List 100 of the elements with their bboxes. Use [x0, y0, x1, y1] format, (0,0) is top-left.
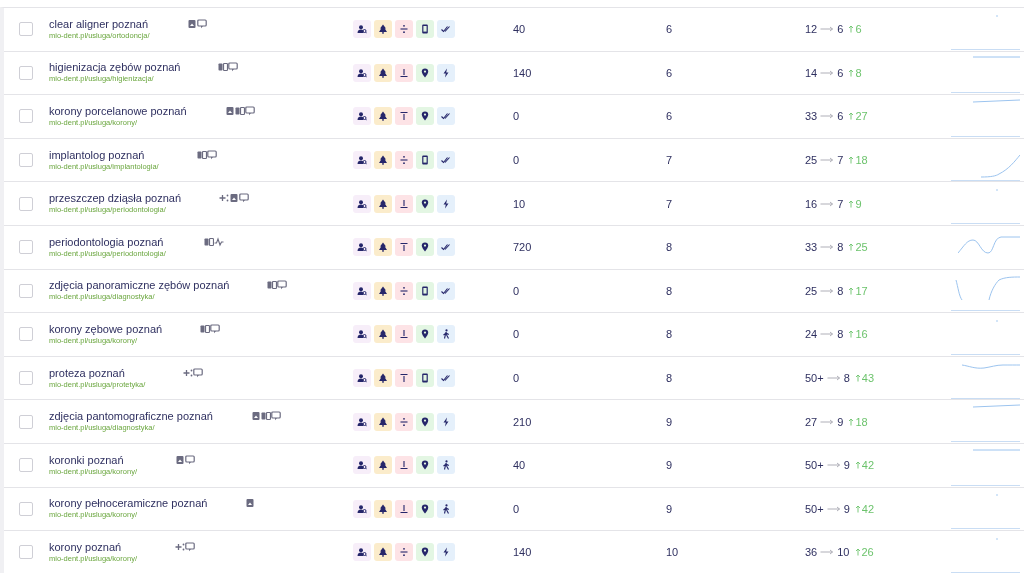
position: 9 — [666, 502, 674, 515]
up-arrow-icon — [854, 461, 861, 470]
tree-icon — [374, 63, 392, 82]
up-arrow-icon — [854, 504, 861, 513]
previous-position: 25 — [805, 154, 818, 167]
up-arrow-icon — [848, 199, 855, 208]
keyword-link[interactable]: koronki poznań — [49, 453, 137, 467]
divide-icon — [395, 412, 413, 431]
row-checkbox[interactable] — [19, 153, 33, 168]
previous-position: 16 — [805, 197, 818, 210]
search-volume: 10 — [513, 197, 527, 210]
align-top-icon — [395, 369, 413, 388]
right-arrow-icon — [820, 418, 835, 425]
divide-icon — [395, 151, 413, 170]
row-checkbox[interactable] — [19, 545, 33, 560]
row-checkbox[interactable] — [19, 327, 33, 342]
up-arrow-icon — [848, 156, 855, 165]
keyword-link[interactable]: zdjęcia panoramiczne zębów poznań — [49, 279, 230, 293]
map-pin-icon — [416, 194, 434, 213]
row-checkbox[interactable] — [19, 458, 33, 473]
person-search-icon — [353, 238, 371, 257]
position: 9 — [666, 459, 674, 472]
position: 8 — [666, 372, 674, 385]
monitor-icon — [270, 411, 281, 422]
keyword-link[interactable]: periodontologia poznań — [49, 235, 166, 249]
row-checkbox[interactable] — [19, 65, 33, 80]
keyword-link[interactable]: clear aligner poznań — [49, 17, 150, 31]
trend-sparkline — [951, 448, 1020, 486]
phone-icon — [416, 20, 434, 39]
trend-sparkline — [951, 536, 1020, 573]
tree-icon — [374, 412, 392, 431]
row-checkbox[interactable] — [19, 240, 33, 255]
tree-icon — [374, 238, 392, 257]
book-icon — [218, 62, 229, 73]
person-search-icon — [353, 151, 371, 170]
keyword-link[interactable]: korony zębowe poznań — [49, 322, 163, 336]
image-icon — [187, 18, 198, 29]
row-checkbox[interactable] — [19, 22, 33, 37]
double-check-icon — [437, 20, 455, 39]
previous-position: 50+ — [805, 459, 824, 472]
keyword-link[interactable]: korony poznań — [49, 540, 137, 554]
keyword-link[interactable]: implantolog poznań — [49, 148, 159, 162]
search-volume: 0 — [513, 110, 521, 123]
keyword-link[interactable]: przeszczep dziąsła poznań — [49, 192, 182, 206]
search-volume: 0 — [513, 372, 521, 385]
map-pin-icon — [416, 238, 434, 257]
trend-sparkline — [951, 318, 1020, 355]
position-gain: 43 — [861, 372, 875, 385]
keyword-link[interactable]: proteza poznań — [49, 366, 146, 380]
tree-icon — [374, 107, 392, 126]
position: 6 — [666, 110, 674, 123]
monitor-icon — [277, 280, 288, 291]
position: 7 — [666, 197, 674, 210]
trend-sparkline — [951, 188, 1020, 225]
keyword-link[interactable]: higienizacja zębów poznań — [49, 61, 181, 75]
up-arrow-icon — [848, 330, 855, 339]
previous-position: 50+ — [805, 372, 824, 385]
person-search-icon — [353, 325, 371, 344]
phone-icon — [416, 369, 434, 388]
double-check-icon — [437, 107, 455, 126]
current-position: 9 — [843, 502, 850, 515]
map-pin-icon — [416, 63, 434, 82]
keyword-link[interactable]: zdjęcia pantomograficzne poznań — [49, 410, 213, 424]
right-arrow-icon — [820, 200, 835, 207]
monitor-icon — [228, 62, 239, 73]
current-position: 6 — [837, 110, 844, 123]
row-checkbox[interactable] — [19, 414, 33, 429]
row-checkbox[interactable] — [19, 501, 33, 516]
current-position: 8 — [837, 328, 844, 341]
image-icon — [229, 193, 240, 204]
previous-position: 36 — [805, 546, 818, 559]
row-checkbox[interactable] — [19, 283, 33, 298]
keyword-link[interactable]: korony porcelanowe poznań — [49, 105, 187, 118]
sparkle-icon — [183, 367, 194, 378]
monitor-icon — [184, 454, 195, 465]
row-checkbox[interactable] — [19, 109, 33, 124]
row-checkbox[interactable] — [19, 196, 33, 211]
search-volume: 0 — [513, 284, 521, 297]
image-icon — [174, 454, 185, 465]
tree-icon — [374, 543, 392, 562]
align-top-icon — [395, 107, 413, 126]
right-arrow-icon — [820, 331, 835, 338]
tree-icon — [374, 325, 392, 344]
keyword-link[interactable]: korony pełnoceramiczne poznań — [49, 497, 208, 511]
row-checkbox[interactable] — [19, 371, 33, 386]
position: 6 — [666, 66, 674, 79]
current-position: 7 — [837, 197, 844, 210]
phone-icon — [416, 281, 434, 300]
monitor-icon — [193, 367, 204, 378]
map-pin-icon — [416, 412, 434, 431]
book-icon — [196, 149, 207, 160]
sparkle-icon — [219, 193, 230, 204]
previous-position: 14 — [805, 66, 818, 79]
double-check-icon — [437, 369, 455, 388]
monitor-icon — [197, 18, 208, 29]
up-arrow-icon — [848, 417, 855, 426]
double-check-icon — [437, 281, 455, 300]
sparkle-icon — [174, 541, 185, 552]
position-gain: 9 — [855, 197, 862, 210]
position-gain: 8 — [855, 66, 862, 79]
